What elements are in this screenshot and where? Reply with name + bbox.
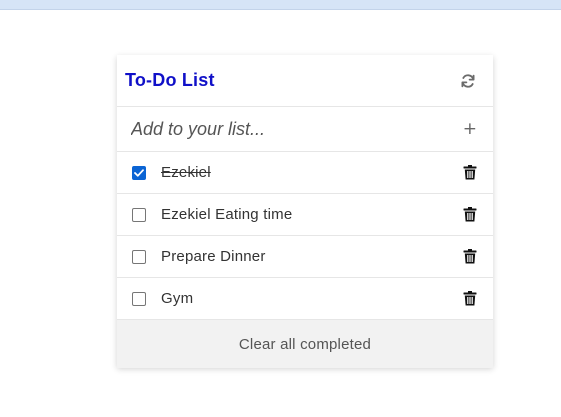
task-text: Ezekiel bbox=[161, 164, 211, 181]
refresh-icon[interactable] bbox=[459, 72, 477, 90]
trash-icon[interactable] bbox=[463, 249, 477, 264]
task-row: Ezekiel bbox=[117, 152, 493, 194]
card-header: To-Do List bbox=[117, 55, 493, 107]
task-row: Ezekiel Eating time bbox=[117, 194, 493, 236]
task-left: Gym bbox=[132, 290, 193, 307]
page-title: To-Do List bbox=[125, 70, 215, 90]
clear-completed-button[interactable]: Clear all completed bbox=[117, 320, 493, 368]
task-checkbox[interactable] bbox=[132, 165, 146, 180]
task-row: Gym bbox=[117, 278, 493, 320]
task-checkbox[interactable] bbox=[132, 207, 146, 222]
task-text: Prepare Dinner bbox=[161, 248, 266, 265]
trash-icon[interactable] bbox=[463, 207, 477, 222]
task-row: Prepare Dinner bbox=[117, 236, 493, 278]
task-text: Gym bbox=[161, 290, 194, 307]
browser-top-strip bbox=[0, 0, 561, 10]
add-task-input[interactable] bbox=[131, 118, 431, 140]
task-checkbox[interactable] bbox=[132, 291, 146, 306]
task-text: Ezekiel Eating time bbox=[161, 206, 293, 223]
add-task-row: + bbox=[117, 107, 493, 152]
task-left: Ezekiel Eating time bbox=[132, 206, 292, 223]
add-icon[interactable]: + bbox=[463, 119, 477, 139]
trash-icon[interactable] bbox=[463, 165, 477, 180]
todo-card: To-Do List + Ezekiel Ezekiel Eating time P… bbox=[117, 55, 493, 368]
task-checkbox[interactable] bbox=[132, 249, 146, 264]
task-left: Prepare Dinner bbox=[132, 248, 266, 265]
trash-icon[interactable] bbox=[463, 291, 477, 306]
task-left: Ezekiel bbox=[132, 164, 211, 181]
task-list: Ezekiel Ezekiel Eating time Prepare Dinner… bbox=[117, 152, 493, 320]
